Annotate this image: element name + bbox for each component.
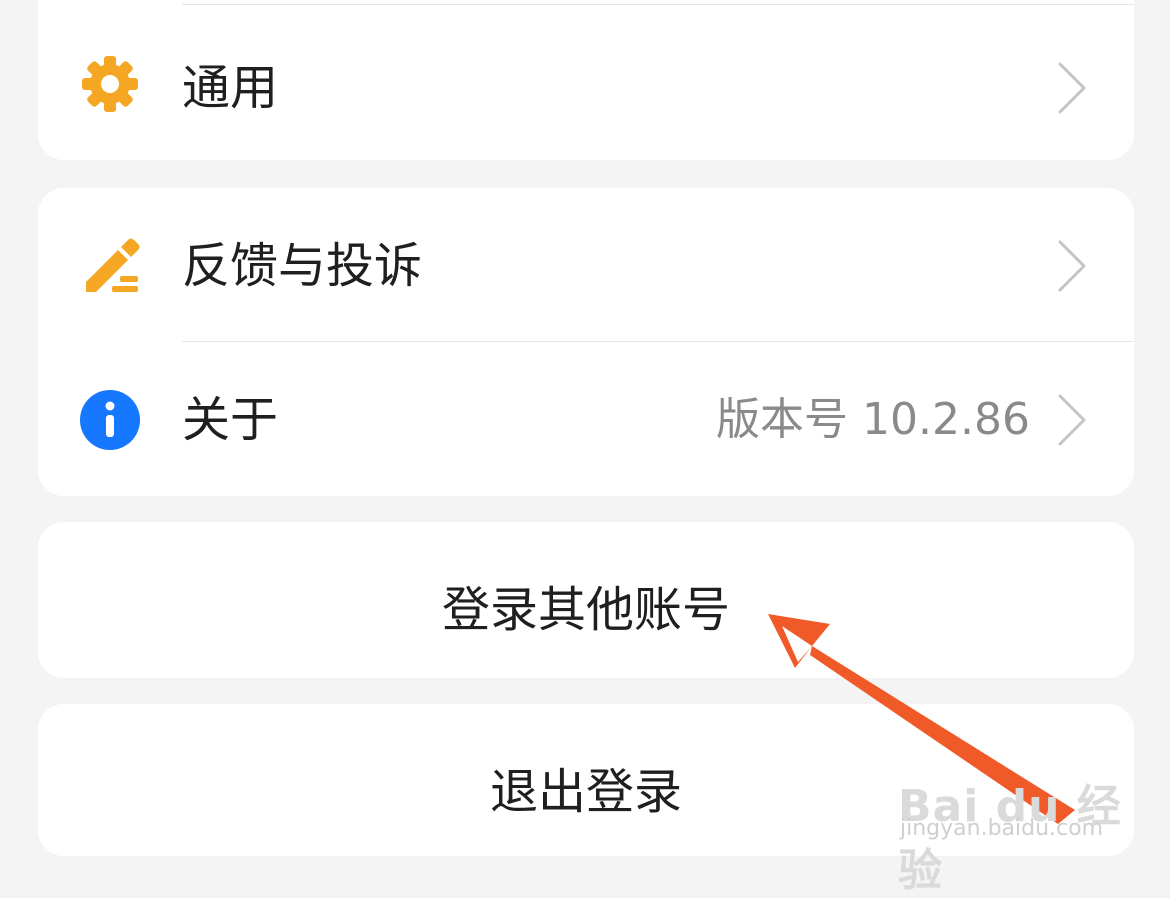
settings-row-about-label: 关于 — [182, 392, 279, 448]
settings-row-general-label: 通用 — [182, 60, 279, 116]
switch-account-label: 登录其他账号 — [441, 582, 730, 638]
chevron-right-icon — [1056, 238, 1088, 294]
watermark-url: jingyan.baidu.com — [900, 816, 1104, 841]
settings-row-feedback-label: 反馈与投诉 — [182, 238, 423, 294]
settings-card-support: 反馈与投诉 关于 版本号 10.2.86 — [38, 188, 1134, 496]
settings-row-general[interactable]: 通用 — [38, 4, 1134, 160]
version-text: 版本号 10.2.86 — [716, 394, 1030, 445]
watermark: Bai du 经验 jingyan.baidu.com — [892, 748, 1132, 896]
settings-row-feedback[interactable]: 反馈与投诉 — [38, 188, 1134, 344]
chevron-right-icon — [1056, 60, 1088, 116]
gear-icon — [78, 52, 142, 116]
edit-pen-icon — [78, 234, 142, 298]
settings-card-general: 通用 — [38, 0, 1134, 160]
info-icon — [78, 388, 142, 452]
settings-row-about[interactable]: 关于 版本号 10.2.86 — [38, 342, 1134, 498]
chevron-right-icon — [1056, 392, 1088, 448]
switch-account-button[interactable]: 登录其他账号 — [38, 522, 1134, 678]
